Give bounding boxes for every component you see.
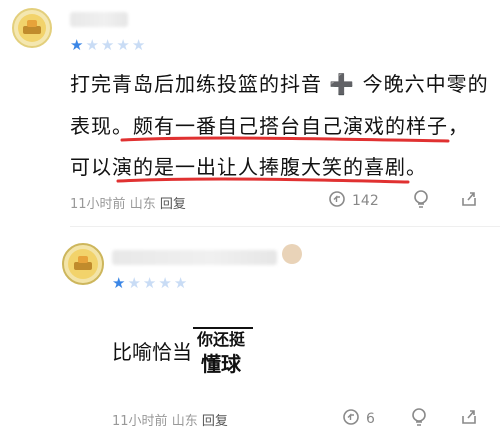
star-icon: ★ [142,274,157,292]
star-icon: ★ [112,274,126,292]
comment-location: 山东 [171,414,198,429]
thumbs-up-icon [328,190,346,212]
comment-location: 山东 [129,197,156,212]
share-icon[interactable] [460,408,478,430]
thumbs-up-icon [342,408,360,430]
comment-text: 比喻恰当 [112,340,192,364]
comment-meta: 11小时前 山东 回复 [112,410,228,429]
lightbulb-icon[interactable] [412,190,430,214]
like-button[interactable]: 6 [342,408,375,430]
star-icon: ★ [127,274,141,292]
rating-stars: ★ ★ ★ ★ ★ [112,276,187,291]
comment-time: 11小时前 [70,197,126,212]
lightbulb-icon[interactable] [410,408,428,432]
like-count: 6 [366,411,375,427]
star-icon: ★ [158,274,172,292]
comment-meta: 11小时前 山东 回复 [70,193,186,212]
meme-text-bottom: 懂球 [201,352,241,376]
username-redacted [112,250,277,265]
meme-sticker[interactable]: 你还挺 懂球 [193,323,253,385]
star-icon: ★ [173,274,188,292]
badge-icon [68,249,98,279]
reply-button[interactable]: 回复 [160,197,186,212]
like-button[interactable]: 142 [328,190,379,212]
share-icon[interactable] [460,190,478,212]
divider [70,226,500,227]
like-count: 142 [352,193,379,209]
reply-button[interactable]: 回复 [202,414,228,429]
meme-text-top: 你还挺 [197,330,246,349]
user-level-badge [282,244,302,264]
user-avatar[interactable] [62,243,104,285]
meme-line [193,327,253,329]
comment-time: 11小时前 [112,414,168,429]
